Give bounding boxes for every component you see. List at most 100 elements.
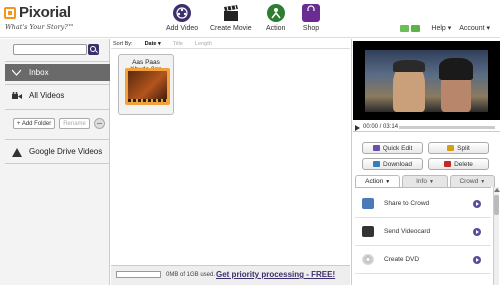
download-label: Download <box>383 160 412 168</box>
storage-footer: 0MB of 1GB used. Get priority processing… <box>111 265 350 285</box>
rename-button[interactable]: Rename <box>59 118 90 129</box>
nav-label: Action <box>266 25 286 32</box>
thumbnail-image <box>128 71 167 102</box>
sidebar: Inbox All Videos + Add Folder Rename Goo… <box>0 39 110 285</box>
add-folder-button[interactable]: + Add Folder <box>13 118 56 129</box>
sidebar-item-label: Inbox <box>29 68 49 77</box>
sidebar-item-all-videos[interactable]: All Videos <box>5 87 110 104</box>
chevron-right-icon[interactable] <box>473 199 481 208</box>
search-input[interactable] <box>13 44 87 55</box>
action-send-videocard[interactable]: Send Videocard <box>355 218 491 246</box>
play-icon[interactable] <box>355 125 360 131</box>
dvd-icon <box>362 254 374 265</box>
delete-folder-button[interactable] <box>93 118 105 129</box>
delete-label: Delete <box>454 160 473 168</box>
action-share-to-crowd[interactable]: Share to Crowd <box>355 190 491 218</box>
nav-action[interactable]: Action <box>266 4 285 32</box>
divider <box>5 109 110 110</box>
header-links: Help ▾ Account ▾ <box>425 24 490 32</box>
video-player[interactable] <box>353 41 500 120</box>
clapperboard-icon <box>222 4 240 22</box>
tab-action[interactable]: Action ▼ <box>355 175 401 187</box>
action-icon <box>266 4 285 22</box>
action-list: Share to Crowd Send Videocard Create DVD <box>355 187 491 285</box>
film-reel-icon <box>173 4 192 22</box>
split-icon <box>447 145 455 151</box>
chevron-right-icon[interactable] <box>473 227 481 236</box>
tab-info[interactable]: Info ▼ <box>402 175 448 187</box>
action-tabs: Action ▼ Info ▼ Crowd ▼ <box>355 175 495 187</box>
scrollbar-thumb[interactable] <box>494 195 499 215</box>
nav-label: Add Video <box>166 25 199 32</box>
videocard-icon <box>362 226 374 237</box>
tab-crowd[interactable]: Crowd ▼ <box>449 175 495 187</box>
storage-bar <box>116 271 161 278</box>
split-label: Split <box>457 144 470 152</box>
tab-label: Action <box>365 178 384 185</box>
shopping-bag-icon <box>302 4 320 22</box>
chevron-down-icon: ▼ <box>385 178 391 185</box>
film-strip-icon <box>128 99 167 102</box>
main-content: Sort By: Date ▾ Title Length Aas Paas Kh… <box>111 39 350 285</box>
video-progress[interactable] <box>399 126 495 129</box>
sidebar-item-google-drive[interactable]: Google Drive Videos <box>5 143 110 160</box>
delete-icon <box>444 161 452 167</box>
logo-mark-icon <box>4 7 16 19</box>
video-frame <box>365 50 488 112</box>
sort-title[interactable]: Title <box>173 41 183 47</box>
account-menu[interactable]: Account ▾ <box>459 25 490 32</box>
action-list-scrollbar[interactable] <box>493 187 500 285</box>
chevron-down-icon: ▼ <box>428 178 434 185</box>
sort-bar: Sort By: Date ▾ Title Length <box>111 39 350 49</box>
video-thumbnail[interactable] <box>125 68 170 105</box>
divider <box>5 163 110 164</box>
video-tile[interactable]: Aas Paas Khuda.3gp <box>118 54 174 115</box>
inbox-icon <box>11 69 22 77</box>
video-figure-hair <box>439 58 473 80</box>
search-icon[interactable] <box>88 44 99 55</box>
logo-text: Pixorial <box>19 4 71 21</box>
quick-edit-icon <box>372 145 380 151</box>
folder-buttons: + Add Folder Rename <box>13 118 105 129</box>
sidebar-item-label: Google Drive Videos <box>29 147 103 156</box>
tab-label: Crowd <box>459 178 479 185</box>
action-create-dvd[interactable]: Create DVD <box>355 246 491 274</box>
priority-processing-link[interactable]: Get priority processing - FREE! <box>216 270 335 279</box>
help-menu[interactable]: Help ▾ <box>431 25 451 32</box>
video-figure-hat <box>393 60 425 72</box>
mail-icon[interactable] <box>411 25 420 32</box>
top-bar: Pixorial What's Your Story?™ Add Video C… <box>0 0 500 38</box>
action-label: Share to Crowd <box>384 200 430 207</box>
action-label: Create DVD <box>384 256 420 263</box>
divider <box>5 61 110 62</box>
right-panel: 00:00 / 03:14 Quick Edit Split Download … <box>351 39 500 285</box>
nav-add-video[interactable]: Add Video <box>166 4 198 32</box>
sort-label: Sort By: <box>113 40 133 47</box>
video-camera-icon <box>12 91 22 100</box>
share-crowd-icon <box>362 198 374 209</box>
arrow-icon[interactable] <box>400 25 409 32</box>
tab-label: Info <box>416 178 427 185</box>
delete-button[interactable]: Delete <box>428 158 489 170</box>
sort-date[interactable]: Date ▾ <box>145 41 161 47</box>
nav-label: Create Movie <box>210 25 252 32</box>
sort-length[interactable]: Length <box>195 41 212 47</box>
split-button[interactable]: Split <box>428 142 489 154</box>
scroll-up-icon[interactable] <box>494 188 500 192</box>
header-mini-icons <box>400 25 422 34</box>
sidebar-item-inbox[interactable]: Inbox <box>5 64 110 81</box>
sidebar-item-label: All Videos <box>29 91 65 100</box>
action-label: Send Videocard <box>384 228 431 235</box>
video-time: 00:00 / 03:14 <box>363 124 399 130</box>
video-controls: 00:00 / 03:14 <box>353 123 500 132</box>
quick-edit-label: Quick Edit <box>382 144 413 152</box>
google-drive-icon <box>12 147 22 157</box>
chevron-down-icon: ▼ <box>480 178 486 185</box>
nav-shop[interactable]: Shop <box>302 4 320 32</box>
download-button[interactable]: Download <box>362 158 423 170</box>
nav-create-movie[interactable]: Create Movie <box>210 4 252 32</box>
chevron-right-icon[interactable] <box>473 255 481 264</box>
pixorial-logo[interactable]: Pixorial What's Your Story?™ <box>4 4 96 34</box>
logo-tagline: What's Your Story?™ <box>5 23 75 31</box>
quick-edit-button[interactable]: Quick Edit <box>362 142 423 154</box>
